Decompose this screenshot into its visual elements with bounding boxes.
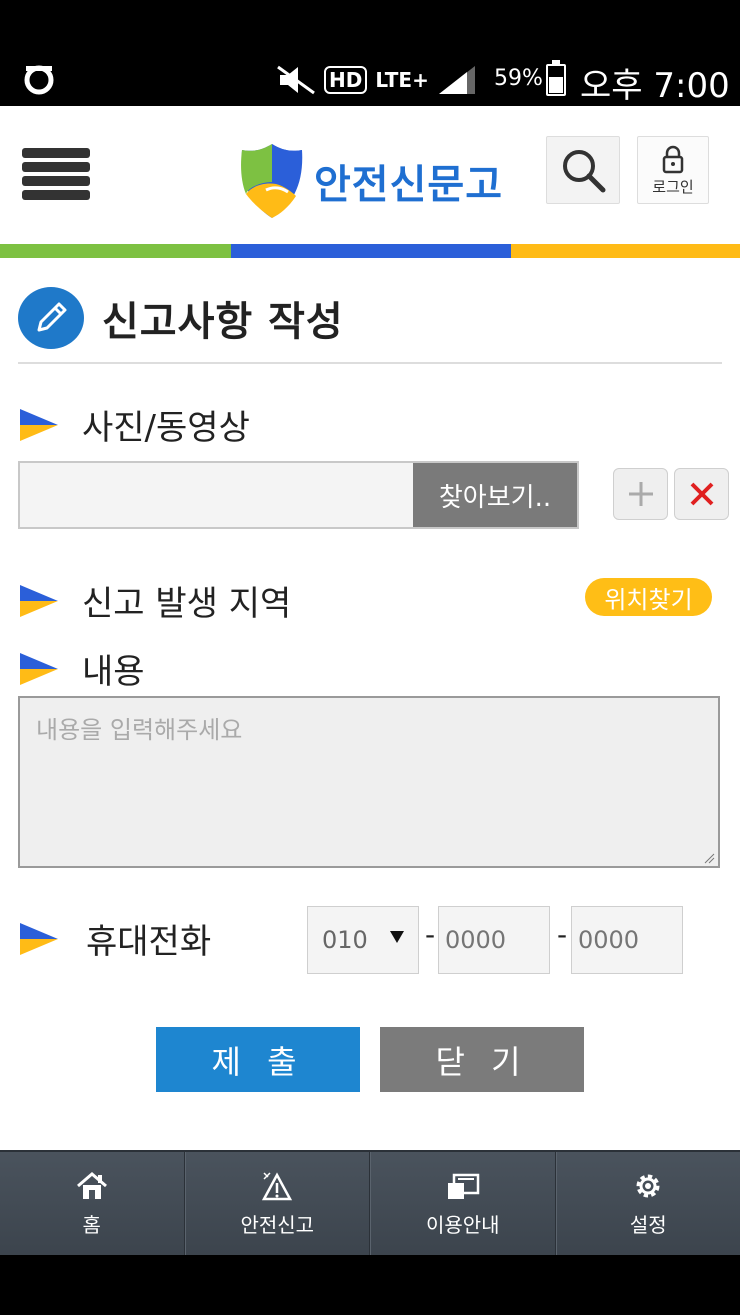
photo-section-label: 사진/동영상 — [18, 400, 250, 449]
phone-prefix-value: 010 — [322, 926, 368, 954]
phone-prefix-select[interactable]: 010 — [307, 906, 419, 974]
location-label: 신고 발생 지역 — [82, 584, 292, 624]
nav-label-home: 홈 — [82, 1213, 101, 1237]
lte-indicator: LTE+ — [375, 68, 429, 92]
home-icon — [76, 1172, 107, 1199]
file-path-field[interactable] — [18, 461, 414, 529]
search-icon — [563, 150, 606, 193]
content-section-label: 내용 — [18, 644, 145, 693]
browse-button[interactable]: 찾아보기.. — [413, 461, 579, 529]
brand-color-bar — [0, 244, 740, 258]
login-label: 로그인 — [652, 178, 694, 196]
guide-icon — [447, 1173, 479, 1199]
title-divider — [18, 362, 722, 364]
content-label: 내용 — [82, 652, 145, 692]
login-button[interactable]: 로그인 — [637, 136, 709, 204]
nav-item-home[interactable]: 홈 — [0, 1152, 185, 1255]
phone-section-label: 휴대전화 — [18, 914, 211, 963]
safety-report-icon — [262, 1172, 293, 1201]
nav-item-settings[interactable]: 설정 — [555, 1152, 740, 1255]
chevron-right-icon — [20, 652, 58, 685]
phone-dash: - — [425, 918, 436, 951]
phone-dash: - — [557, 918, 568, 951]
signal-icon — [438, 66, 475, 94]
phone-label: 휴대전화 — [86, 922, 212, 962]
battery-icon — [546, 60, 566, 96]
gear-icon — [636, 1174, 660, 1198]
page-title-text: 신고사항 작성 — [102, 299, 344, 345]
status-bar: HD LTE+ 59% 오후 7:00 — [0, 0, 740, 106]
add-file-button[interactable] — [613, 468, 668, 520]
shield-logo-icon — [241, 144, 303, 218]
pencil-icon — [18, 287, 84, 349]
brand-name: 안전신문고 — [314, 162, 503, 208]
resize-handle-icon[interactable] — [703, 852, 715, 864]
photo-label: 사진/동영상 — [82, 408, 250, 448]
report-form: 신고사항 작성 사진/동영상 찾아보기.. 신고 발생 지역 위치찾기 내용 내… — [0, 258, 740, 1150]
dropdown-arrow-icon — [390, 931, 404, 943]
close-button[interactable]: 닫 기 — [380, 1027, 584, 1092]
location-section-label: 신고 발생 지역 — [18, 576, 291, 625]
lock-icon — [662, 145, 684, 174]
phone-last-input[interactable] — [571, 906, 683, 974]
close-icon — [690, 482, 713, 506]
search-button[interactable] — [546, 136, 620, 204]
find-location-button[interactable]: 위치찾기 — [585, 578, 712, 616]
submit-button[interactable]: 제 출 — [156, 1027, 360, 1092]
hd-voice-badge: HD — [324, 66, 368, 94]
clock: 오후 7:00 — [580, 66, 730, 106]
remove-file-button[interactable] — [674, 468, 729, 520]
app-header: 안전신문고 로그인 — [0, 106, 740, 246]
nav-label-settings: 설정 — [629, 1213, 667, 1237]
bottom-navigation: 홈 안전신고 이용안내 설정 — [0, 1150, 740, 1255]
mute-icon — [277, 65, 315, 95]
chevron-right-icon — [20, 584, 58, 617]
nav-label-safety-report: 안전신고 — [240, 1213, 315, 1237]
app-logo[interactable]: 안전신문고 — [236, 142, 503, 220]
chevron-right-icon — [20, 408, 58, 441]
menu-icon[interactable] — [22, 146, 90, 202]
status-icons: HD LTE+ — [276, 60, 477, 100]
nav-item-guide[interactable]: 이용안내 — [370, 1152, 556, 1255]
nav-item-safety-report[interactable]: 안전신고 — [184, 1152, 370, 1255]
plus-icon — [628, 482, 653, 506]
content-textarea[interactable] — [18, 696, 720, 868]
phone-middle-input[interactable] — [438, 906, 550, 974]
page-title: 신고사항 작성 — [18, 286, 344, 350]
nav-label-guide: 이용안내 — [425, 1213, 500, 1237]
system-navigation-area — [0, 1255, 740, 1315]
chevron-right-icon — [20, 922, 58, 955]
battery-percent: 59% — [494, 66, 543, 91]
carrier-icon — [24, 65, 54, 95]
